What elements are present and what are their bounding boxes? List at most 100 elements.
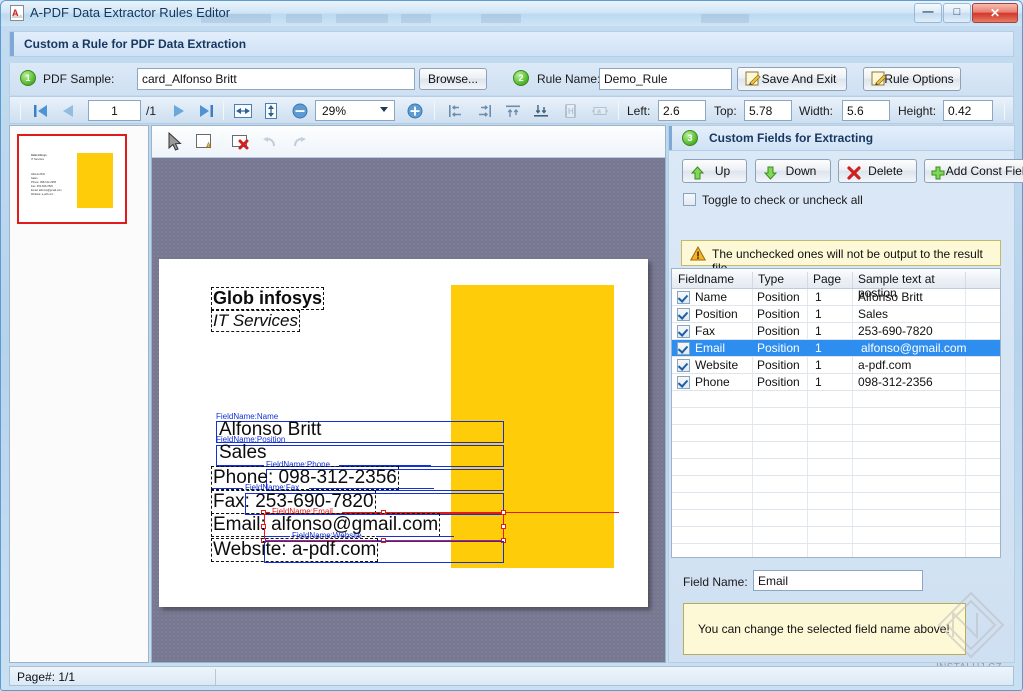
zoom-level-value: 29% [322,104,346,118]
table-row-empty[interactable] [672,391,1001,408]
column-header-fieldname[interactable]: Fieldname [672,272,752,288]
table-row-empty[interactable] [672,425,1001,442]
hint-text: You can change the selected field name a… [698,622,950,636]
row-checkbox[interactable] [677,359,690,372]
delete-region-icon[interactable] [230,131,252,153]
toggle-all-checkbox[interactable] [683,193,696,206]
field-name-input[interactable]: Email [753,570,923,591]
align-left-icon[interactable] [444,101,468,121]
same-size-icon[interactable]: H [558,101,582,121]
zoom-level-select[interactable]: 29% [315,100,395,121]
rule-name-label: Rule Name: [537,72,600,86]
const-text-icon[interactable]: a [588,101,612,121]
align-right-icon[interactable] [472,101,496,121]
previous-page-icon[interactable] [57,101,79,121]
fit-height-icon[interactable] [259,101,283,121]
browse-button[interactable]: Browse... [419,68,487,90]
warning-box: The unchecked ones will not be output to… [681,240,1001,266]
cell-type: Position [757,341,807,355]
pdf-sample-input[interactable]: card_Alfonso Britt [137,68,415,90]
redo-icon[interactable] [288,131,310,153]
leader-line [265,536,290,537]
table-row-empty[interactable] [672,493,1001,510]
row-checkbox[interactable] [677,325,690,338]
page-thumbnail[interactable]: Glob infosys IT Services Alfonso Britt S… [17,134,127,224]
region-tool-bar [152,126,665,158]
move-down-button[interactable]: Down [755,159,831,183]
align-top-icon[interactable] [501,101,525,121]
cell-page: 1 [815,358,850,372]
table-row-empty[interactable] [672,459,1001,476]
row-checkbox[interactable] [677,308,690,321]
table-row[interactable]: Position Position 1 Sales [672,306,1001,323]
pointer-select-icon[interactable] [164,131,186,153]
table-row-empty[interactable] [672,442,1001,459]
resize-handle-middle-right[interactable] [501,524,506,529]
minimize-button[interactable]: — [914,3,942,23]
undo-icon[interactable] [259,131,281,153]
align-bottom-icon[interactable] [529,101,553,121]
table-row-empty[interactable] [672,527,1001,544]
toolbar-separator [223,101,224,120]
table-row-empty[interactable] [672,476,1001,493]
close-button[interactable]: ✕ [972,3,1018,23]
add-const-field-button[interactable]: Add Const Field [924,159,1023,183]
custom-fields-body: Up Down Delete [668,151,1015,663]
row-checkbox[interactable] [677,376,690,389]
resize-handle-top-right[interactable] [501,510,506,515]
rule-setup-row: 1 PDF Sample: card_Alfonso Britt Browse.… [9,63,1014,95]
table-row-empty[interactable] [672,408,1001,425]
custom-fields-grid[interactable]: Fieldname Type Page Sample text at posti… [671,268,1001,558]
top-input[interactable]: 5.78 [744,100,792,121]
cell-type: Position [757,290,807,304]
table-row[interactable]: Fax Position 1 253-690-7820 [672,323,1001,340]
width-input[interactable]: 5.6 [842,100,890,121]
cell-type: Position [757,324,807,338]
card-phone-line: Phone: 098-312-2356 [211,466,399,490]
add-const-field-label: Add Const Field [946,164,1023,178]
rule-options-button[interactable]: Rule Options [863,67,961,91]
pdf-page[interactable]: Glob infosys IT Services FieldName:Name … [159,259,648,607]
move-up-button[interactable]: Up [682,159,747,183]
row-checkbox[interactable] [677,342,690,355]
pdf-document-icon: A [9,5,25,21]
table-row[interactable]: Website Position 1 a-pdf.com [672,357,1001,374]
column-header-extra[interactable] [965,272,1001,288]
save-and-exit-button[interactable]: Save And Exit [737,67,847,91]
row-checkbox[interactable] [677,291,690,304]
table-row-empty[interactable] [672,510,1001,527]
plus-icon [931,165,945,179]
accent-bar [669,126,672,150]
new-region-icon[interactable] [193,131,215,153]
card-company-name: Glob infosys [211,287,324,310]
zoom-in-icon[interactable] [403,101,427,121]
delete-field-button[interactable]: Delete [838,159,917,183]
page-thumbnail-pane[interactable]: Glob infosys IT Services Alfonso Britt S… [9,125,149,663]
column-header-page[interactable]: Page [807,272,852,288]
height-input[interactable]: 0.42 [943,100,993,121]
pdf-toolbar: 1 /1 [9,96,1014,124]
last-page-icon[interactable] [195,101,217,121]
left-input[interactable]: 2.6 [658,100,706,121]
maximize-button[interactable]: □ [943,3,971,23]
page-number-input[interactable]: 1 [88,100,141,121]
first-page-icon[interactable] [30,101,52,121]
rule-name-input[interactable]: Demo_Rule [599,68,732,90]
zoom-out-icon[interactable] [288,101,312,121]
table-row[interactable]: Phone Position 1 098-312-2356 [672,374,1001,391]
table-row[interactable]: Email Position 1 alfonso@gmail.com [672,340,1001,357]
thumbnail-yellow-block [77,153,113,208]
table-row[interactable]: Name Position 1 Alfonso Britt [672,289,1001,306]
column-header-type[interactable]: Type [752,272,807,288]
next-page-icon[interactable] [168,101,190,121]
fit-width-icon[interactable] [231,101,255,121]
top-label: Top: [714,104,737,118]
application-window: A A-PDF Data Extractor Rules Editor — □ … [0,0,1023,691]
column-header-sample[interactable]: Sample text at postion [852,272,965,288]
table-row-empty[interactable] [672,544,1001,558]
thumbnail-line: Website: a-pdf.com [31,193,53,197]
warning-triangle-icon [690,246,706,261]
toggle-all-label: Toggle to check or uncheck all [702,193,863,207]
hint-box: You can change the selected field name a… [683,603,966,655]
pdf-canvas[interactable]: Glob infosys IT Services FieldName:Name … [152,158,665,662]
